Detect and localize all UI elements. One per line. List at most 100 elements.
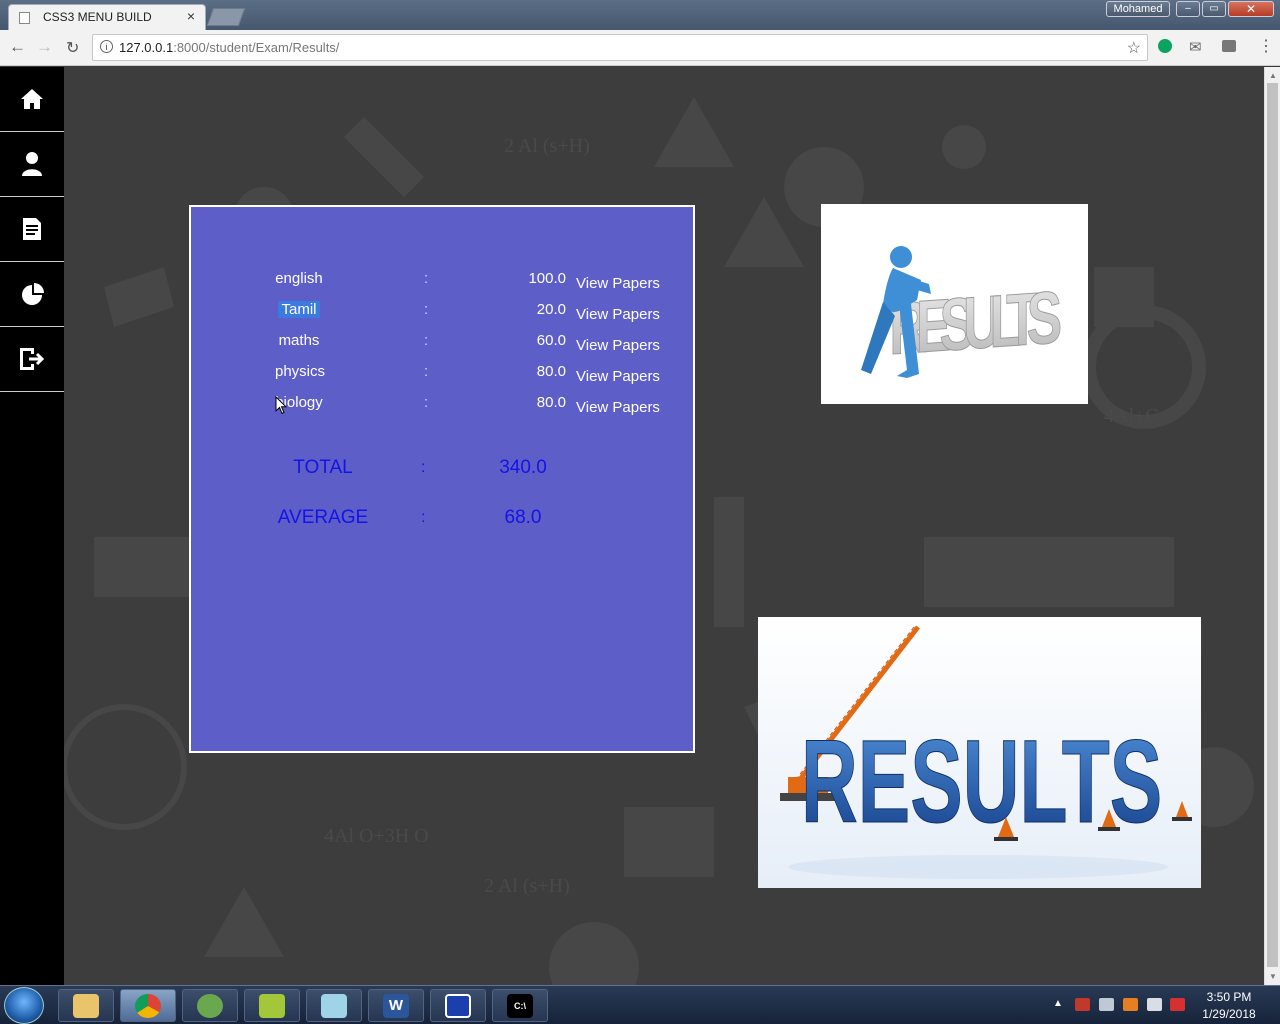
terminal-icon: C:\	[507, 993, 533, 1018]
separator: :	[424, 394, 429, 411]
results-crane-illustration: RESULTS	[758, 617, 1201, 888]
view-papers-link[interactable]: View Papers	[576, 368, 660, 385]
close-window-button[interactable]: ✕	[1228, 1, 1274, 17]
separator: :	[421, 509, 426, 526]
security-icon[interactable]	[1123, 998, 1138, 1011]
result-row-maths: maths : 60.0 View Papers	[191, 332, 693, 356]
volume-muted-icon[interactable]	[1075, 998, 1090, 1011]
extension-icon[interactable]	[1158, 39, 1172, 53]
separator: :	[424, 363, 429, 380]
page-scrollbar[interactable]: ▲ ▼	[1264, 67, 1280, 985]
taskbar-editor[interactable]	[306, 989, 362, 1022]
start-button[interactable]	[4, 987, 44, 1024]
sidebar-item-results[interactable]	[0, 262, 64, 327]
subject-name: maths	[278, 332, 320, 349]
taskbar-word[interactable]: W	[368, 989, 424, 1022]
chrome-icon	[135, 993, 161, 1018]
result-row-english: english : 100.0 View Papers	[191, 270, 693, 294]
view-papers-link[interactable]: View Papers	[576, 337, 660, 354]
subject-mark: 80.0	[536, 363, 566, 380]
total-value: 340.0	[499, 457, 547, 478]
tray-expand-icon[interactable]: ▲	[1053, 998, 1063, 1009]
view-papers-link[interactable]: View Papers	[576, 275, 660, 292]
average-label: AVERAGE	[277, 507, 369, 528]
taskbar-window[interactable]	[430, 989, 486, 1022]
info-icon[interactable]: i	[100, 40, 113, 53]
minimize-button[interactable]: –	[1176, 1, 1200, 17]
address-bar[interactable]: i 127.0.0.1:8000/student/Exam/Results/ ☆	[92, 34, 1148, 61]
window-icon	[445, 993, 471, 1018]
result-row-physics: physics : 80.0 View Papers	[191, 363, 693, 387]
tab-title: CSS3 MENU BUILD	[43, 10, 152, 24]
maximize-button[interactable]: ▭	[1202, 1, 1226, 17]
page-icon	[19, 12, 30, 24]
action-center-icon[interactable]	[1147, 998, 1162, 1011]
profile-button[interactable]: Mohamed	[1106, 1, 1170, 17]
scroll-up-icon[interactable]: ▲	[1269, 71, 1277, 80]
separator: :	[424, 301, 429, 318]
mail-icon[interactable]: ✉	[1189, 38, 1202, 56]
power-icon[interactable]	[1170, 998, 1185, 1011]
extension-2-icon[interactable]	[1222, 40, 1236, 52]
taskbar-file-explorer[interactable]	[58, 989, 114, 1022]
separator: :	[424, 270, 429, 287]
document-icon	[23, 218, 41, 240]
taskbar-terminal[interactable]: C:\	[492, 989, 548, 1022]
taskbar-notepad[interactable]	[244, 989, 300, 1022]
results-crane-illustration-art: RESULTS	[758, 617, 1201, 888]
svg-text:4Al+C: 4Al+C	[1104, 405, 1159, 427]
logout-icon	[20, 348, 45, 370]
clock-date[interactable]: 1/29/2018	[1192, 1007, 1266, 1021]
svg-text:4Al O+3H O: 4Al O+3H O	[324, 825, 429, 847]
sidebar-item-profile[interactable]	[0, 132, 64, 197]
url-host: 127.0.0.1	[119, 40, 174, 55]
word-icon: W	[383, 993, 409, 1018]
view-papers-link[interactable]: View Papers	[576, 399, 660, 416]
file-explorer-icon	[73, 993, 99, 1018]
subject-mark: 100.0	[528, 270, 566, 287]
subject-name: english	[275, 270, 323, 287]
browser-toolbar: ← → ↻ i 127.0.0.1:8000/student/Exam/Resu…	[0, 30, 1280, 66]
results-panel: english : 100.0 View Papers Tamil : 20.0…	[189, 205, 695, 753]
title-bar: CSS3 MENU BUILD × Mohamed – ▭ ✕	[0, 0, 1280, 30]
url-path: :8000/student/Exam/Results/	[173, 40, 340, 55]
separator: :	[421, 459, 426, 476]
sidebar-item-exams[interactable]	[0, 197, 64, 262]
home-icon	[21, 89, 43, 109]
taskbar-chrome[interactable]	[120, 989, 176, 1022]
subject-mark: 80.0	[536, 394, 566, 411]
scroll-thumb[interactable]	[1267, 83, 1278, 967]
reload-icon[interactable]: ↻	[66, 38, 79, 58]
mouse-cursor-icon	[275, 396, 287, 415]
tab-close-icon[interactable]: ×	[187, 8, 195, 24]
separator: :	[424, 332, 429, 349]
sidebar-item-home[interactable]	[0, 67, 64, 132]
sidebar	[0, 67, 64, 985]
scroll-down-icon[interactable]: ▼	[1269, 972, 1277, 981]
star-icon[interactable]: ☆	[1127, 38, 1141, 58]
svg-text:2 Al (s+H): 2 Al (s+H)	[504, 135, 590, 157]
user-icon	[22, 152, 42, 176]
back-icon[interactable]: ←	[9, 37, 26, 57]
sidebar-item-logout[interactable]	[0, 327, 64, 392]
network-icon[interactable]	[1099, 998, 1114, 1011]
subject-mark: 20.0	[536, 301, 566, 318]
selected-text: Tamil	[278, 301, 320, 318]
subject-name: physics	[275, 363, 326, 380]
pie-chart-icon	[22, 283, 44, 305]
menu-icon[interactable]: ⋮	[1258, 36, 1274, 56]
forward-icon[interactable]: →	[36, 37, 53, 57]
taskbar: W C:\ ▲ 3:50 PM 1/29/2018	[0, 985, 1280, 1024]
result-row-tamil: Tamil : 20.0 View Papers	[191, 301, 693, 325]
url-text[interactable]: 127.0.0.1:8000/student/Exam/Results/	[119, 40, 339, 55]
result-row-biology: biology : 80.0 View Papers	[191, 394, 693, 418]
editor-icon	[321, 993, 347, 1018]
taskbar-app[interactable]	[182, 989, 238, 1022]
notepad-icon	[259, 993, 285, 1018]
results-illustration: RESULTS	[821, 204, 1088, 404]
new-tab-button[interactable]	[206, 8, 246, 26]
view-papers-link[interactable]: View Papers	[576, 306, 660, 323]
browser-tab[interactable]: CSS3 MENU BUILD ×	[8, 4, 206, 30]
clock-time[interactable]: 3:50 PM	[1192, 990, 1266, 1004]
subject-mark: 60.0	[536, 332, 566, 349]
